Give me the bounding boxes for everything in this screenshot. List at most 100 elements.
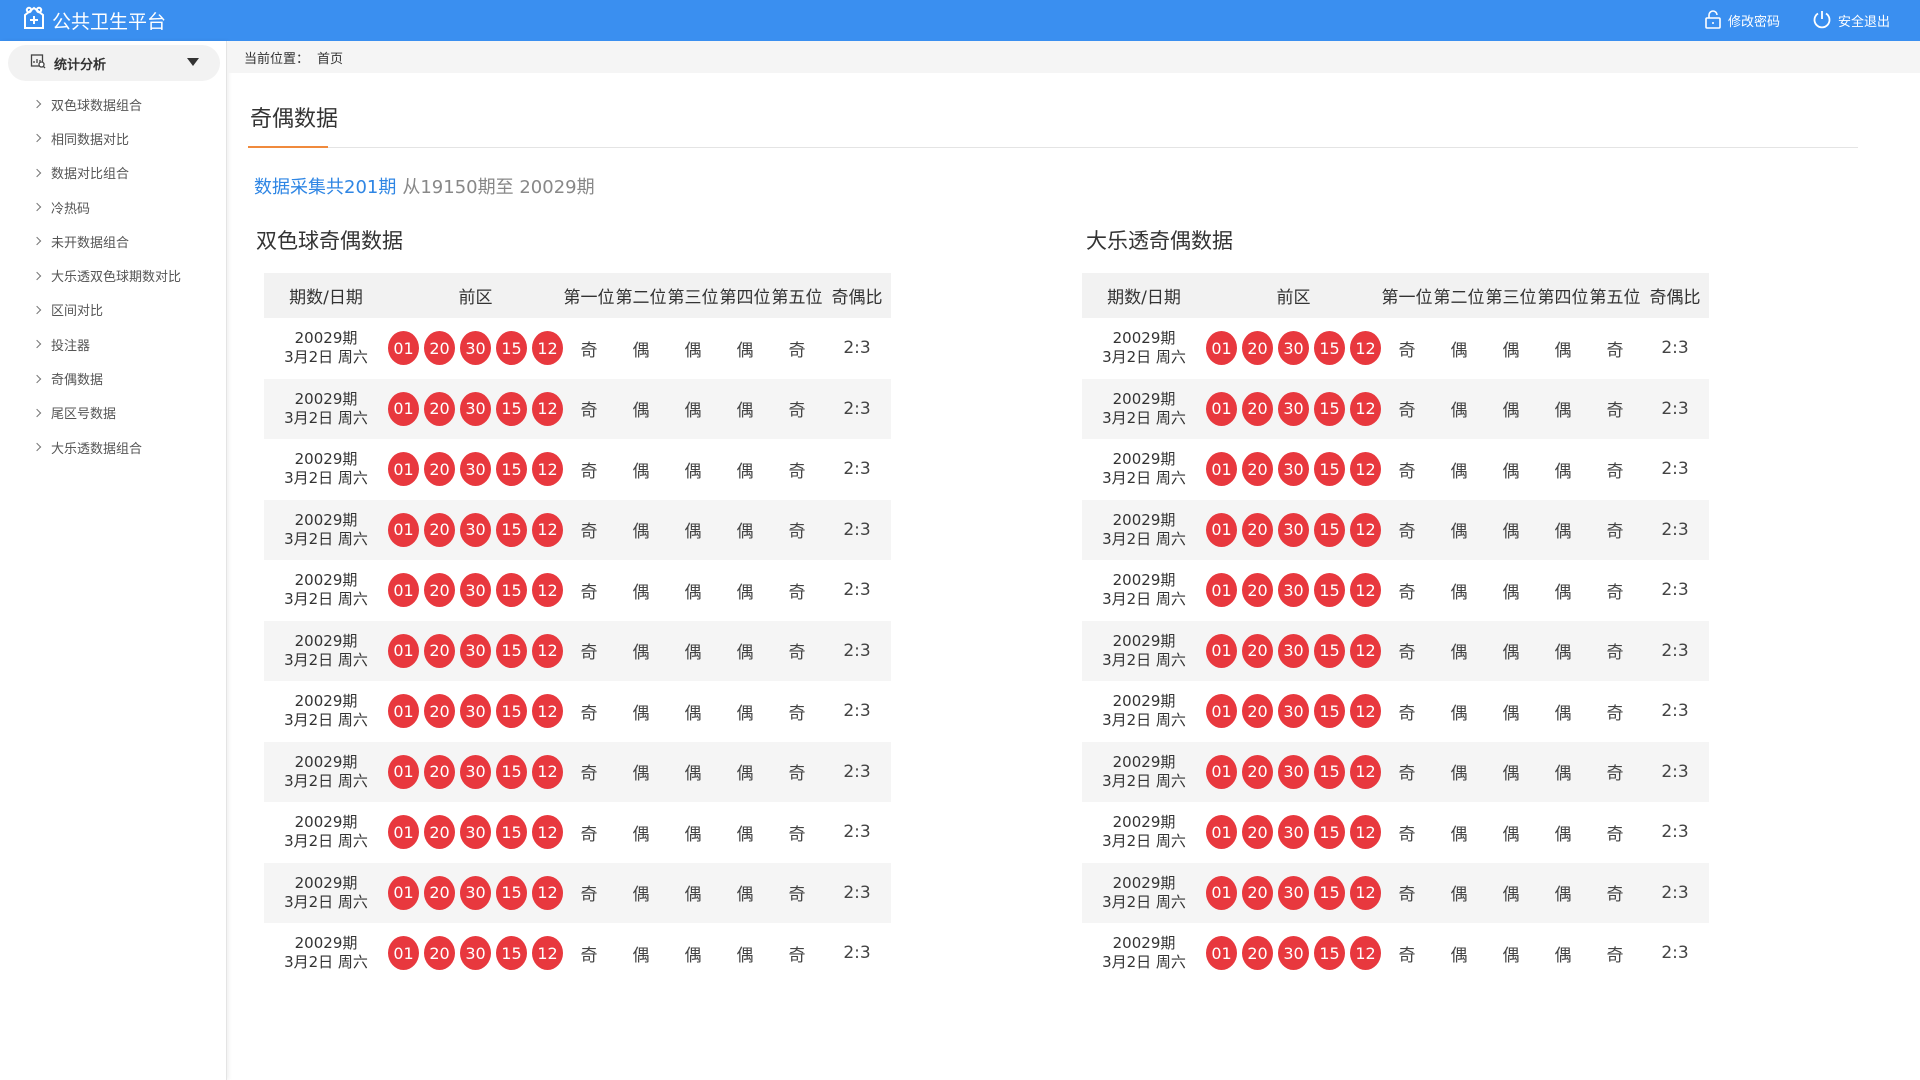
position-parity-cell: 偶	[615, 620, 667, 681]
position-parity-cell: 偶	[1450, 340, 1468, 361]
sidebar-item[interactable]: 投注器	[0, 327, 226, 361]
lottery-ball: 20	[1242, 875, 1273, 910]
ratio-cell: 2:3	[1641, 741, 1709, 802]
front-zone-cell: 01 20 30 15 12	[388, 499, 563, 560]
period-date-cell: 20029期 3月2日 周六	[264, 560, 388, 621]
front-zone-cell: 01 20 30 15 12	[1206, 560, 1381, 621]
sidebar-item-label: 相同数据对比	[51, 132, 130, 148]
table-row: 20029期 3月2日 周六 01 20 30 15 12 奇偶偶偶奇 2:3	[264, 923, 891, 984]
front-zone-cell: 01 20 30 15 12	[1206, 620, 1381, 681]
dlt-block: 大乐透奇偶数据 期数/日期 前区 第一位 第二位 第三位 第四位 第五位 奇偶比 20029期 3…	[1082, 225, 1709, 984]
period: 20029期	[294, 752, 358, 771]
lottery-ball: 01	[388, 331, 419, 366]
breadcrumb-home[interactable]: 首页	[317, 48, 343, 67]
sidebar-item[interactable]: 大乐透双色球期数对比	[0, 258, 226, 292]
sidebar-item[interactable]: 区间对比	[0, 293, 226, 327]
sidebar-item-label: 投注器	[51, 338, 91, 354]
date: 3月2日 周六	[1102, 832, 1186, 851]
sidebar: 统计分析 双色球数据组合相同数据对比数据对比组合 冷热码 未开数据组合 大乐透双色球期…	[0, 41, 227, 1080]
column-header: 期数/日期	[264, 273, 388, 318]
position-parity-cell: 偶	[1450, 461, 1468, 482]
lottery-ball: 12	[1350, 331, 1381, 366]
lottery-ball: 30	[1278, 391, 1309, 426]
lottery-ball: 01	[1206, 512, 1237, 547]
position-parity-cell: 偶	[1485, 499, 1537, 560]
position-parity-cell: 奇	[1398, 703, 1416, 724]
sidebar-item-label: 奇偶数据	[51, 373, 104, 389]
lottery-ball: 12	[1350, 936, 1381, 971]
ratio-cell: 2:3	[843, 580, 871, 601]
front-zone-cell: 01 20 30 15 12	[388, 862, 563, 923]
position-parity-cell: 奇	[1398, 340, 1416, 361]
position-parity-cell: 偶	[736, 945, 754, 966]
period-date-cell: 20029期 3月2日 周六	[1082, 741, 1206, 802]
position-parity-cell: 奇	[788, 945, 806, 966]
lottery-ball: 12	[532, 573, 563, 608]
position-parity-cell: 奇	[1589, 378, 1641, 439]
period: 20029期	[294, 631, 358, 650]
date: 3月2日 周六	[1102, 650, 1186, 669]
ratio-cell: 2:3	[823, 741, 891, 802]
lock-icon	[1704, 9, 1728, 33]
lottery-ball: 12	[532, 754, 563, 789]
position-parity-cell: 奇	[1381, 620, 1433, 681]
position-parity-cell: 偶	[667, 620, 719, 681]
table-row: 20029期 3月2日 周六 01 20 30 15 12 奇偶偶偶奇 2:3	[1082, 439, 1709, 500]
position-parity-cell: 奇	[563, 862, 615, 923]
sidebar-item[interactable]: 数据对比组合	[0, 156, 226, 190]
period: 20029期	[294, 873, 358, 892]
logout-button[interactable]: 安全退出	[1812, 9, 1890, 33]
period-date-cell: 20029期 3月2日 周六	[264, 923, 388, 984]
table-row: 20029期 3月2日 周六 01 20 30 15 12 奇偶偶偶奇 2:3	[264, 439, 891, 500]
lottery-ball: 01	[388, 754, 419, 789]
position-parity-cell: 奇	[771, 620, 823, 681]
lottery-ball: 01	[388, 633, 419, 668]
odd-even-table: 期数/日期 前区 第一位 第二位 第三位 第四位 第五位 奇偶比 20029期 3月2日 周六 01…	[1082, 273, 1709, 984]
position-parity-cell: 偶	[632, 582, 650, 603]
sidebar-section-label: 统计分析	[54, 57, 107, 73]
sidebar-item[interactable]: 未开数据组合	[0, 224, 226, 258]
lottery-ball: 20	[424, 633, 455, 668]
column-header: 第三位	[667, 273, 719, 318]
sidebar-item[interactable]: 尾区号数据	[0, 396, 226, 430]
ratio-cell: 2:3	[843, 822, 871, 843]
period-date-cell: 20029期 3月2日 周六	[1082, 439, 1206, 500]
table-row: 20029期 3月2日 周六 01 20 30 15 12 奇偶偶偶奇 2:3	[264, 741, 891, 802]
lottery-ball: 15	[496, 754, 527, 789]
position-parity-cell: 偶	[1537, 378, 1589, 439]
position-parity-cell: 偶	[1554, 703, 1572, 724]
lottery-ball: 01	[1206, 815, 1237, 850]
sidebar-item[interactable]: 相同数据对比	[0, 121, 226, 155]
position-parity-cell: 奇	[1606, 461, 1624, 482]
sidebar-item[interactable]: 大乐透数据组合	[0, 430, 226, 464]
period-date-cell: 20029期 3月2日 周六	[264, 499, 388, 560]
period: 20029期	[294, 571, 358, 590]
position-parity-cell: 偶	[1554, 824, 1572, 845]
position-parity-cell: 奇	[580, 703, 598, 724]
hospital-icon	[20, 4, 52, 37]
chevron-right-icon	[32, 374, 42, 383]
period-date-cell: 20029期 3月2日 周六	[1082, 862, 1206, 923]
caret-down-icon[interactable]	[186, 56, 208, 71]
sidebar-section-stats[interactable]: 统计分析	[8, 45, 220, 81]
period-date-cell: 20029期 3月2日 周六	[264, 741, 388, 802]
lottery-ball: 30	[460, 391, 491, 426]
brand[interactable]: 公共卫生平台	[20, 4, 166, 37]
change-password-button[interactable]: 修改密码	[1704, 9, 1780, 33]
lottery-ball: 20	[424, 452, 455, 487]
lottery-ball: 15	[1314, 694, 1345, 729]
sidebar-item[interactable]: 双色球数据组合	[0, 87, 226, 121]
front-zone-cell: 01 20 30 15 12	[1206, 499, 1381, 560]
period-date-cell: 20029期 3月2日 周六	[264, 862, 388, 923]
period-date-cell: 20029期 3月2日 周六	[1082, 560, 1206, 621]
lottery-ball: 30	[460, 694, 491, 729]
period: 20029期	[1112, 631, 1176, 650]
period-date-cell: 20029期 3月2日 周六	[264, 378, 388, 439]
position-parity-cell: 偶	[1485, 741, 1537, 802]
table-row: 20029期 3月2日 周六 01 20 30 15 12 奇偶偶偶奇 2:3	[1082, 378, 1709, 439]
lottery-ball: 30	[460, 633, 491, 668]
lottery-ball: 15	[1314, 512, 1345, 547]
sidebar-item[interactable]: 冷热码	[0, 190, 226, 224]
lottery-ball: 01	[388, 573, 419, 608]
sidebar-item[interactable]: 奇偶数据	[0, 361, 226, 395]
